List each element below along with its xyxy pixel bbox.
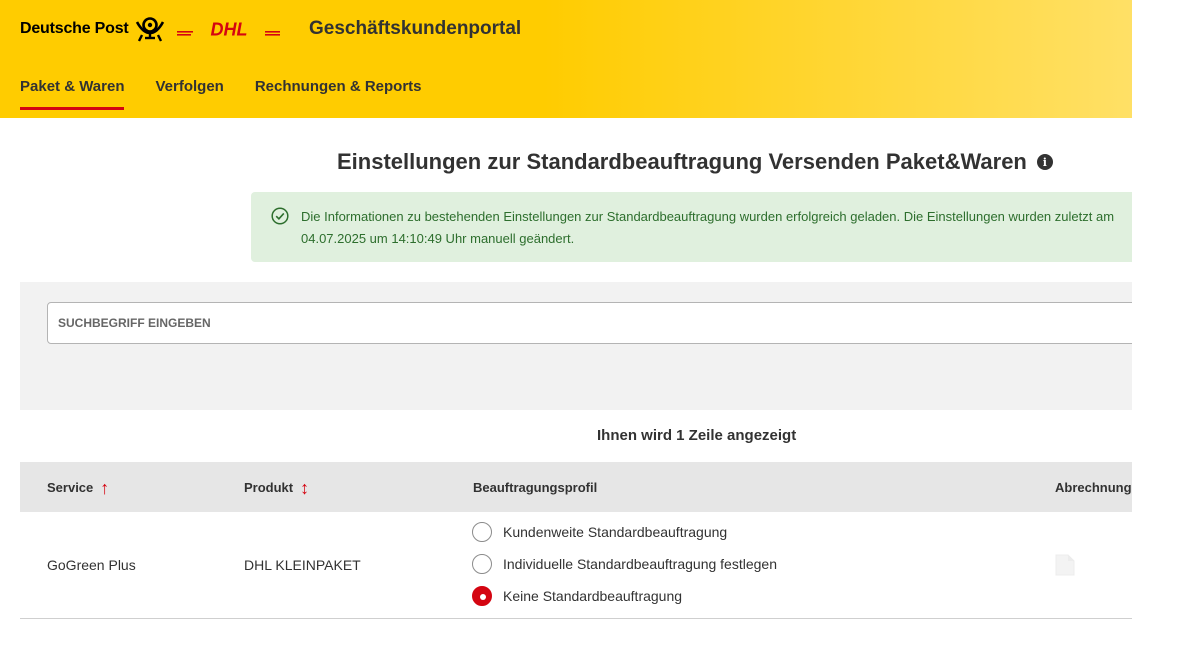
alert-message: Die Informationen zu bestehenden Einstel… bbox=[301, 209, 1115, 246]
post-horn-icon bbox=[135, 17, 164, 42]
radio-label: Individuelle Standardbeauftragung festle… bbox=[503, 556, 777, 572]
dhl-logo[interactable]: DHL bbox=[177, 20, 280, 38]
radio-option-kundenweite[interactable]: Kundenweite Standardbeauftragung bbox=[472, 522, 727, 542]
radio-label: Kundenweite Standardbeauftragung bbox=[503, 524, 728, 540]
nav-item-rechnungen-reports[interactable]: Rechnungen & Reports bbox=[255, 78, 422, 110]
sort-ascending-icon[interactable]: ↑ bbox=[100, 479, 109, 497]
column-label-service: Service bbox=[47, 480, 94, 495]
portal-title: Geschäftskundenportal bbox=[309, 18, 522, 39]
radio-button[interactable] bbox=[472, 554, 492, 574]
radio-label: Keine Standardbeauftragung bbox=[503, 588, 683, 604]
deutsche-post-logo[interactable]: Deutsche Post bbox=[20, 12, 165, 46]
column-label-produkt: Produkt bbox=[244, 480, 294, 495]
document-icon[interactable] bbox=[1054, 554, 1076, 576]
row-count-text: Ihnen wird 1 Zeile angezeigt bbox=[597, 427, 797, 444]
sort-both-icon[interactable]: ↕ bbox=[300, 479, 309, 497]
search-input[interactable] bbox=[47, 302, 1132, 344]
dhl-wordmark: DHL bbox=[211, 20, 248, 38]
page-title-wrapper: Einstellungen zur Standardbeauftragung V… bbox=[337, 149, 1053, 175]
column-header-abrechnung: Abrechnungs bbox=[1055, 480, 1132, 495]
column-header-beauftragungsprofil: Beauftragungsprofil bbox=[473, 480, 597, 495]
column-label-beauftragungsprofil: Beauftragungsprofil bbox=[473, 480, 598, 495]
info-icon[interactable]: i bbox=[1036, 154, 1053, 170]
table-header: Service ↑ Produkt ↕ Beauftragungsprofil … bbox=[20, 462, 1132, 512]
nav-item-paket-waren[interactable]: Paket & Waren bbox=[20, 78, 125, 110]
main-nav: Paket & Waren Verfolgen Rechnungen & Rep… bbox=[20, 78, 453, 110]
radio-option-keine[interactable]: Keine Standardbeauftragung bbox=[472, 586, 682, 606]
column-header-service[interactable]: Service ↑ bbox=[47, 479, 109, 497]
column-label-abrechnung: Abrechnungs bbox=[1055, 480, 1132, 495]
viewport: Deutsche Post DHL Geschäftskundenportal … bbox=[0, 0, 1132, 655]
radio-option-individuelle[interactable]: Individuelle Standardbeauftragung festle… bbox=[472, 554, 777, 574]
check-circle-icon bbox=[271, 207, 289, 225]
page-title: Einstellungen zur Standardbeauftragung V… bbox=[337, 149, 1027, 174]
nav-item-verfolgen[interactable]: Verfolgen bbox=[155, 78, 223, 110]
table-row: GoGreen Plus DHL KLEINPAKET Kundenweite … bbox=[20, 512, 1132, 619]
search-panel bbox=[20, 282, 1132, 410]
cell-produkt: DHL KLEINPAKET bbox=[244, 557, 361, 573]
success-alert: Die Informationen zu bestehenden Einstel… bbox=[251, 192, 1132, 262]
radio-button-selected[interactable] bbox=[472, 586, 492, 606]
portal-header: Deutsche Post DHL Geschäftskundenportal … bbox=[0, 0, 1132, 118]
brand-name: Deutsche Post bbox=[20, 20, 129, 37]
cell-service: GoGreen Plus bbox=[47, 557, 136, 573]
column-header-produkt[interactable]: Produkt ↕ bbox=[244, 479, 309, 497]
radio-button[interactable] bbox=[472, 522, 492, 542]
